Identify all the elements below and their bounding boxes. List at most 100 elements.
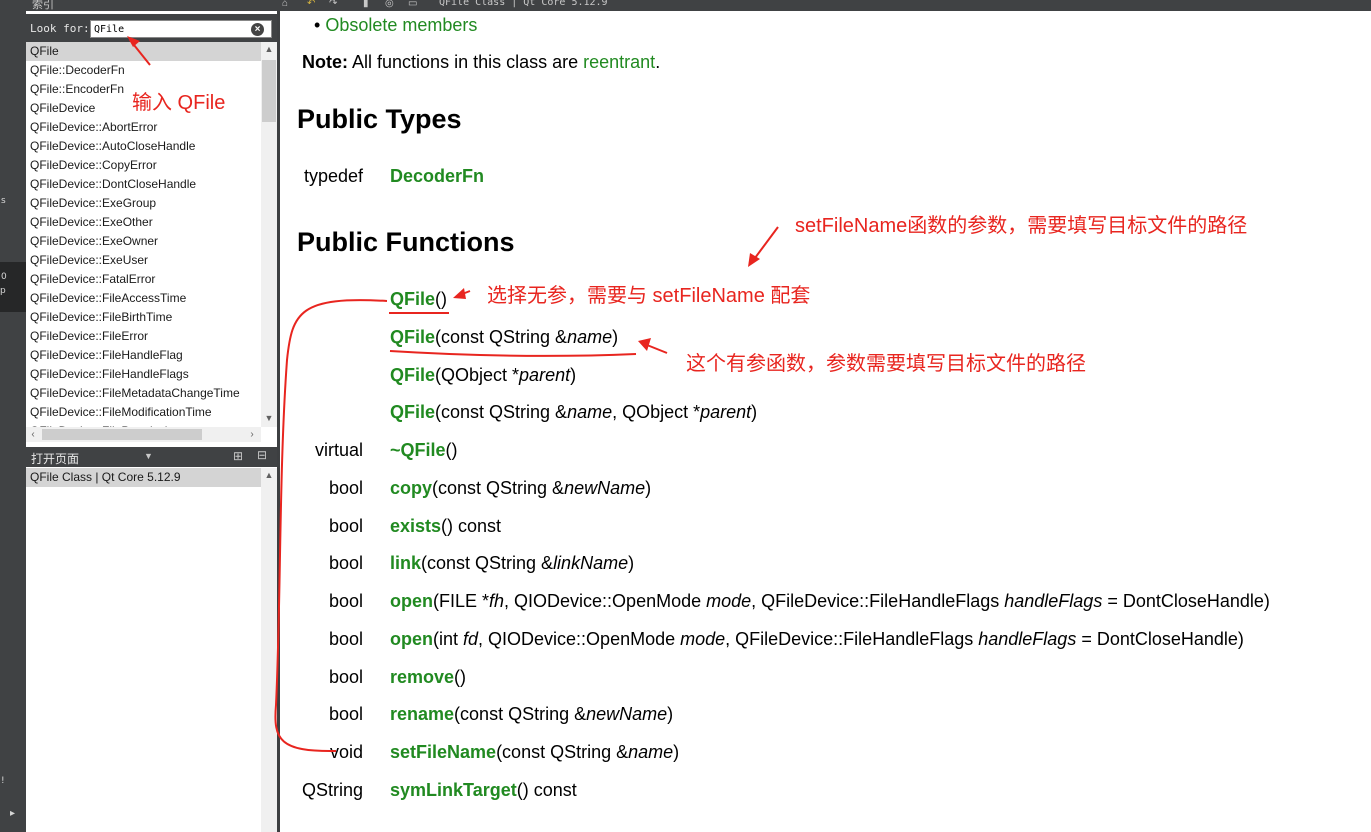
index-horizontal-scrollbar[interactable]: ‹ ›	[26, 427, 261, 442]
run-icon[interactable]: !	[1, 776, 27, 786]
home-icon[interactable]: ⌂	[282, 0, 288, 9]
index-item[interactable]: QFileDevice::FileMetadataChangeTime	[26, 384, 261, 403]
function-signature: remove()	[390, 667, 466, 688]
function-row: bool exists() const	[280, 516, 1371, 540]
mode-icon[interactable]: p	[0, 286, 26, 296]
print-icon[interactable]: ▭	[408, 0, 417, 9]
return-type: QString	[301, 780, 363, 800]
function-link[interactable]: QFile	[390, 289, 435, 309]
typedef-row: typedef DecoderFn	[280, 166, 1371, 190]
parameter-name: name	[567, 402, 613, 422]
function-link[interactable]: setFileName	[390, 742, 496, 762]
split-icon[interactable]: ⊞	[233, 449, 243, 463]
index-item[interactable]: QFileDevice::FileModificationTime	[26, 403, 261, 422]
function-link[interactable]: symLinkTarget	[390, 780, 517, 800]
signature-text: (const QString &	[432, 478, 565, 498]
back-icon[interactable]: ↶	[307, 0, 315, 9]
index-item[interactable]: QFileDevice::FileError	[26, 327, 261, 346]
function-signature: QFile(const QString &name)	[390, 327, 618, 348]
open-pages-title[interactable]: 打开页面	[31, 450, 79, 467]
chevron-down-icon[interactable]: ▼	[144, 451, 153, 461]
index-item[interactable]: QFile::DecoderFn	[26, 61, 261, 80]
signature-text: (const QString &	[435, 402, 568, 422]
search-input[interactable]	[90, 20, 272, 38]
signature-text: ()	[445, 440, 458, 460]
typedef-link[interactable]: DecoderFn	[390, 166, 484, 186]
index-item[interactable]: QFileDevice::FileBirthTime	[26, 308, 261, 327]
mode-icon[interactable]: 0	[1, 272, 27, 282]
function-signature: rename(const QString &newName)	[390, 704, 673, 725]
return-type: void	[329, 742, 363, 762]
globe-icon[interactable]: ◎	[385, 0, 394, 9]
function-link[interactable]: ~QFile	[390, 440, 446, 460]
index-item[interactable]: QFileDevice	[26, 99, 261, 118]
return-type: bool	[328, 478, 363, 498]
function-signature: exists() const	[390, 516, 501, 537]
document-title: QFile Class | Qt Core 5.12.9	[439, 0, 608, 8]
function-signature: symLinkTarget() const	[390, 780, 577, 801]
parameter-name: name	[628, 742, 674, 762]
index-list: QFile QFile::DecoderFn QFile::EncoderFn QFi…	[26, 42, 261, 427]
close-pane-icon[interactable]: ⊟	[257, 448, 267, 462]
parameter-name: parent	[700, 402, 752, 422]
signature-text: , QIODevice::OpenMode	[504, 591, 707, 611]
scroll-right-icon[interactable]: ›	[245, 427, 259, 442]
index-item[interactable]: QFileDevice::DontCloseHandle	[26, 175, 261, 194]
open-pages-header: 打开页面 ▼ ⊞ ⊟	[26, 447, 277, 467]
forward-icon[interactable]: ↷	[329, 0, 337, 9]
index-item[interactable]: QFileDevice::ExeOther	[26, 213, 261, 232]
index-item[interactable]: QFileDevice::FileHandleFlag	[26, 346, 261, 365]
obsolete-members-link[interactable]: Obsolete members	[325, 15, 477, 35]
left-tab-label[interactable]: 索引	[32, 0, 54, 11]
signature-text: (FILE *	[433, 591, 490, 611]
obsolete-members-item: • Obsolete members	[314, 15, 477, 36]
function-row: bool open(int fd, QIODevice::OpenMode mod…	[280, 629, 1371, 653]
signature-text: )	[570, 365, 577, 385]
parameter-name: newName	[586, 704, 668, 724]
index-item[interactable]: QFileDevice::AbortError	[26, 118, 261, 137]
index-item[interactable]: QFileDevice::ExeUser	[26, 251, 261, 270]
return-type: bool	[328, 516, 363, 536]
function-link[interactable]: remove	[390, 667, 454, 687]
function-link[interactable]: QFile	[390, 365, 435, 385]
index-item[interactable]: QFileDevice::FatalError	[26, 270, 261, 289]
function-link[interactable]: QFile	[390, 327, 435, 347]
index-item[interactable]: QFile	[26, 42, 261, 61]
index-item[interactable]: QFileDevice::ExeOwner	[26, 232, 261, 251]
function-signature: QFile()	[390, 289, 447, 310]
open-page-item[interactable]: QFile Class | Qt Core 5.12.9	[26, 468, 261, 487]
index-item[interactable]: QFileDevice::ExeGroup	[26, 194, 261, 213]
index-vertical-scrollbar[interactable]: ▲ ▼	[261, 42, 277, 427]
scroll-up-icon[interactable]: ▲	[261, 44, 277, 54]
index-item[interactable]: QFileDevice::CopyError	[26, 156, 261, 175]
function-link[interactable]: QFile	[390, 402, 435, 422]
index-item[interactable]: QFileDevice::AutoCloseHandle	[26, 137, 261, 156]
function-signature: QFile(QObject *parent)	[390, 365, 576, 386]
function-link[interactable]: exists	[390, 516, 441, 536]
scroll-up-icon[interactable]: ▲	[261, 470, 277, 480]
note-label: Note:	[302, 52, 348, 72]
reentrant-link[interactable]: reentrant	[583, 52, 655, 72]
bookmark-icon[interactable]: ▮	[363, 0, 369, 9]
note-end: .	[655, 52, 661, 72]
scroll-down-icon[interactable]: ▼	[261, 413, 277, 423]
function-signature: open(int fd, QIODevice::OpenMode mode, Q…	[390, 629, 1244, 650]
function-link[interactable]: copy	[390, 478, 432, 498]
parameter-name: parent	[519, 365, 571, 385]
scroll-thumb[interactable]	[42, 429, 202, 440]
index-item[interactable]: QFileDevice::FileHandleFlags	[26, 365, 261, 384]
function-link[interactable]: open	[390, 591, 433, 611]
public-types-heading: Public Types	[297, 104, 462, 134]
function-link[interactable]: rename	[390, 704, 454, 724]
scroll-thumb[interactable]	[262, 60, 276, 122]
mode-icon[interactable]: s	[1, 196, 27, 206]
index-item[interactable]: QFile::EncoderFn	[26, 80, 261, 99]
scroll-left-icon[interactable]: ‹	[26, 427, 40, 442]
function-row: bool remove()	[280, 667, 1371, 691]
function-link[interactable]: open	[390, 629, 433, 649]
parameter-name: mode	[706, 591, 752, 611]
clear-icon[interactable]: ×	[251, 23, 264, 36]
open-pages-scrollbar[interactable]: ▲	[261, 468, 277, 832]
function-link[interactable]: link	[390, 553, 421, 573]
index-item[interactable]: QFileDevice::FileAccessTime	[26, 289, 261, 308]
